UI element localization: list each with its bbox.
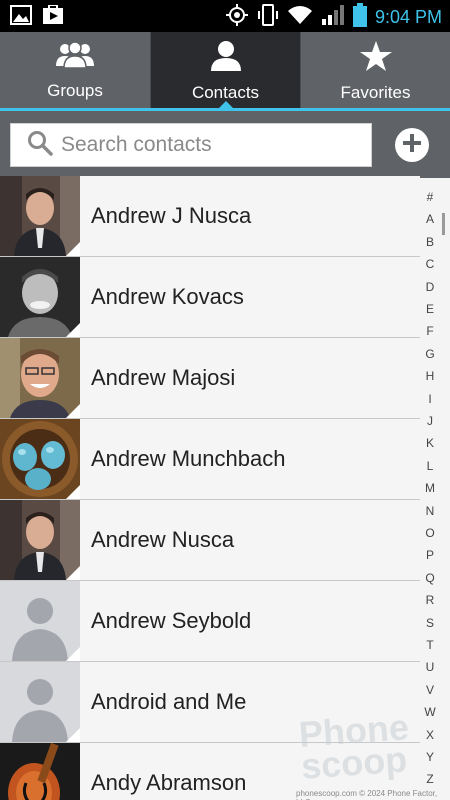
plus-icon (402, 133, 422, 157)
tab-groups-label: Groups (47, 81, 103, 100)
battery-icon (352, 3, 367, 31)
default-contact-icon (0, 581, 80, 661)
signal-icon (321, 4, 345, 30)
index-letter[interactable]: V (420, 683, 440, 697)
star-icon (359, 40, 393, 77)
watermark-logo: Phone scoop (298, 706, 412, 787)
index-letter[interactable]: M (420, 481, 440, 495)
contact-row[interactable]: Andrew Kovacs (0, 257, 420, 338)
index-letter[interactable]: H (420, 369, 440, 383)
index-letter[interactable]: O (420, 526, 440, 540)
tab-contacts-label: Contacts (191, 83, 260, 102)
index-letter[interactable]: G (420, 347, 440, 361)
contact-name: Andrew Seybold (91, 608, 252, 633)
search-icon (27, 130, 53, 160)
watermark-line2: scoop (299, 738, 409, 787)
person-icon (209, 40, 243, 77)
photo-corner (66, 404, 80, 418)
contact-name: Andrew Majosi (91, 365, 236, 390)
groups-icon (54, 40, 96, 75)
contact-photo (0, 419, 80, 499)
index-letter[interactable]: N (420, 504, 440, 518)
contact-row[interactable]: Andrew Seybold (0, 581, 420, 662)
contact-photo (0, 338, 80, 418)
credit-text: phonescoop.com © 2024 Phone Factor, LLC (296, 789, 438, 800)
photo-corner (66, 242, 80, 256)
index-letter[interactable]: I (420, 392, 440, 406)
contact-row[interactable]: Andrew Majosi (0, 338, 420, 419)
contact-name: Android and Me (91, 689, 247, 714)
index-letter[interactable]: P (420, 548, 440, 562)
photo-corner (66, 647, 80, 661)
wifi-icon (287, 4, 313, 30)
location-icon (225, 3, 249, 31)
contact-photo (0, 743, 80, 800)
contact-name: Andrew Kovacs (91, 284, 244, 309)
contact-list: Andrew J Nusca Andrew Kovacs Andrew Majo… (0, 176, 420, 800)
search-box[interactable] (10, 123, 372, 167)
photo-corner (66, 566, 80, 580)
add-contact-button[interactable] (395, 128, 429, 162)
index-letter[interactable]: W (420, 705, 440, 719)
index-letter[interactable]: Z (420, 772, 440, 786)
play-store-icon (42, 4, 64, 29)
index-letter[interactable]: # (420, 190, 440, 204)
vibrate-icon (257, 3, 279, 31)
contact-photo (0, 257, 80, 337)
index-letter[interactable]: S (420, 616, 440, 630)
index-letter[interactable]: Q (420, 571, 440, 585)
index-letter[interactable]: A (420, 212, 440, 226)
photo-corner (66, 728, 80, 742)
scroll-thumb[interactable] (442, 213, 445, 235)
contact-name: Andrew J Nusca (91, 203, 252, 228)
clock: 9:04 PM (374, 6, 442, 27)
index-letter[interactable]: B (420, 235, 440, 249)
status-bar: 9:04 PM (0, 0, 450, 32)
index-letter[interactable]: R (420, 593, 440, 607)
image-notification-icon (10, 5, 32, 29)
default-contact-icon (0, 662, 80, 742)
contact-row[interactable]: Andrew Munchbach (0, 419, 420, 500)
photo-corner (66, 323, 80, 337)
index-letter[interactable]: C (420, 257, 440, 271)
contact-name: Andrew Munchbach (91, 446, 286, 471)
index-letter[interactable]: K (420, 436, 440, 450)
index-letter[interactable]: T (420, 638, 440, 652)
contact-photo (0, 500, 80, 580)
tab-groups[interactable]: Groups (0, 32, 150, 108)
search-input[interactable] (61, 133, 351, 157)
contact-name: Andy Abramson (91, 770, 247, 795)
tab-favorites[interactable]: Favorites (300, 32, 450, 108)
contacts-screen: 9:04 PM Groups Contacts Favorites Search… (0, 0, 450, 800)
index-letter[interactable]: Y (420, 750, 440, 764)
index-letter[interactable]: E (420, 302, 440, 316)
alphabet-index[interactable]: # A B C D E F G H I J K L M N O P Q R S T U V W X Y Z (420, 178, 450, 800)
contact-name: Andrew Nusca (91, 527, 235, 552)
contact-row[interactable]: Andrew Nusca (0, 500, 420, 581)
tab-contacts[interactable]: Contacts (150, 32, 300, 110)
photo-corner (66, 485, 80, 499)
index-letter[interactable]: U (420, 660, 440, 674)
tab-favorites-label: Favorites (340, 83, 411, 102)
search-row (0, 111, 450, 178)
index-letter[interactable]: D (420, 280, 440, 294)
tab-bar: Groups Contacts Favorites (0, 32, 450, 110)
index-letter[interactable]: X (420, 728, 440, 742)
index-letter[interactable]: F (420, 324, 440, 338)
contact-row[interactable]: Andrew J Nusca (0, 176, 420, 257)
contact-photo (0, 176, 80, 256)
index-letter[interactable]: L (420, 459, 440, 473)
index-letter[interactable]: J (420, 414, 440, 428)
